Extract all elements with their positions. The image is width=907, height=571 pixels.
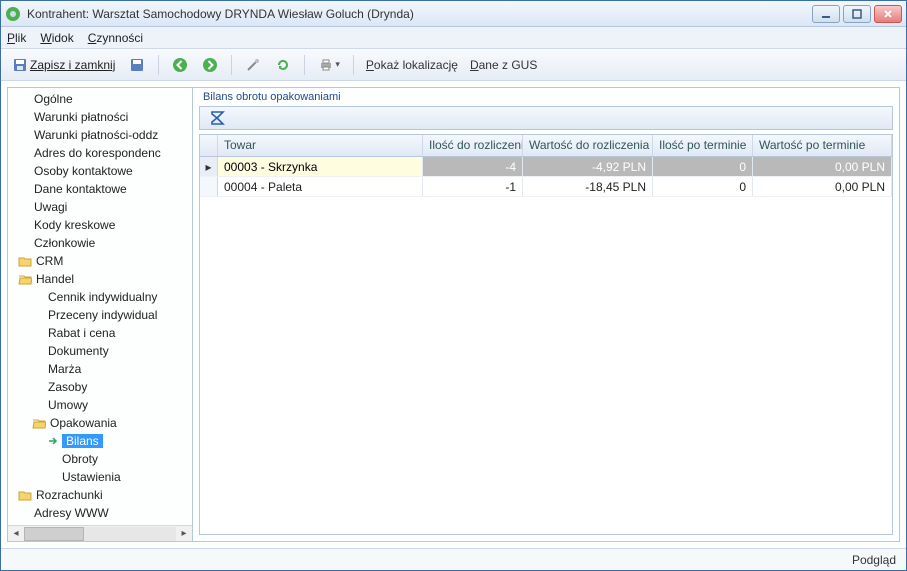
tree-node-handel[interactable]: Handel [8, 270, 192, 288]
cell-wartosc-rozl: -4,92 PLN [523, 157, 653, 176]
nav-back-button[interactable] [167, 53, 193, 77]
tree-node-umowy[interactable]: Umowy [8, 396, 192, 414]
cell-ilosc-term: 0 [653, 157, 753, 176]
nav-tree: Ogólne Warunki płatności Warunki płatnoś… [8, 88, 192, 525]
tree-node-osoby-kontaktowe[interactable]: Osoby kontaktowe [8, 162, 192, 180]
nav-forward-button[interactable] [197, 53, 223, 77]
main-panel: Bilans obrotu opakowaniami Towar Ilość d… [193, 88, 899, 541]
cell-wartosc-rozl: -18,45 PLN [523, 177, 653, 196]
cell-ilosc-rozl: -4 [423, 157, 523, 176]
tree-node-warunki-platnosci[interactable]: Warunki płatności [8, 108, 192, 126]
sidebar: Ogólne Warunki płatności Warunki płatnoś… [8, 88, 193, 541]
grid-header: Towar Ilość do rozliczenia Wartość do ro… [200, 135, 892, 157]
tree-node-dane-kontaktowe[interactable]: Dane kontaktowe [8, 180, 192, 198]
cell-ilosc-rozl: -1 [423, 177, 523, 196]
sigma-icon [209, 110, 227, 126]
tree-node-kody-kreskowe[interactable]: Kody kreskowe [8, 216, 192, 234]
row-indicator-icon [200, 177, 218, 196]
data-grid: Towar Ilość do rozliczenia Wartość do ro… [199, 134, 893, 535]
window-close-button[interactable] [874, 5, 902, 23]
folder-open-icon [18, 272, 32, 286]
tree-node-warunki-platnosci-oddz[interactable]: Warunki płatności-oddz [8, 126, 192, 144]
tree-node-rabat-cena[interactable]: Rabat i cena [8, 324, 192, 342]
grid-body: ▸ 00003 - Skrzynka -4 -4,92 PLN 0 0,00 P… [200, 157, 892, 534]
col-header-ilosc-term[interactable]: Ilość po terminie [653, 135, 753, 156]
tree-node-crm[interactable]: CRM [8, 252, 192, 270]
tree-node-opakowania[interactable]: Opakowania [8, 414, 192, 432]
save-button[interactable] [124, 53, 150, 77]
scroll-thumb[interactable] [24, 527, 84, 541]
tree-node-zasoby[interactable]: Zasoby [8, 378, 192, 396]
tree-node-adresy-www[interactable]: Adresy WWW [8, 504, 192, 522]
cell-wartosc-term: 0,00 PLN [753, 157, 892, 176]
tools-icon [245, 57, 261, 73]
dropdown-caret-icon: ▾ [335, 59, 340, 70]
col-header-ilosc-rozl[interactable]: Ilość do rozliczenia [423, 135, 523, 156]
sum-toolbar [199, 106, 893, 130]
folder-icon [18, 254, 32, 268]
toolbar-separator [231, 55, 232, 75]
tree-node-marza[interactable]: Marża [8, 360, 192, 378]
tree-node-cennik-ind[interactable]: Cennik indywidualny [8, 288, 192, 306]
save-close-button[interactable]: Zapisz i zamknij [7, 53, 120, 77]
tree-node-rozrachunki[interactable]: Rozrachunki [8, 486, 192, 504]
cell-wartosc-term: 0,00 PLN [753, 177, 892, 196]
app-icon [5, 6, 21, 22]
toolbar-separator [353, 55, 354, 75]
save-icon [129, 57, 145, 73]
menu-widok[interactable]: Widok [40, 31, 73, 45]
cell-ilosc-term: 0 [653, 177, 753, 196]
tree-node-uwagi[interactable]: Uwagi [8, 198, 192, 216]
window-minimize-button[interactable] [812, 5, 840, 23]
tree-node-dokumenty[interactable]: Dokumenty [8, 342, 192, 360]
statusbar: Podgląd [1, 548, 906, 570]
tree-node-bilans[interactable]: Bilans [8, 432, 192, 450]
cell-towar: 00003 - Skrzynka [218, 157, 423, 176]
window-title: Kontrahent: Warsztat Samochodowy DRYNDA … [27, 7, 812, 21]
printer-icon [318, 57, 334, 73]
col-header-wartosc-rozl[interactable]: Wartość do rozliczenia [523, 135, 653, 156]
status-podglad[interactable]: Podgląd [852, 553, 896, 567]
refresh-icon [275, 57, 291, 73]
arrow-right-icon [48, 436, 58, 446]
tree-node-ogolne[interactable]: Ogólne [8, 90, 192, 108]
grid-row[interactable]: ▸ 00003 - Skrzynka -4 -4,92 PLN 0 0,00 P… [200, 157, 892, 177]
gus-data-button[interactable]: Dane z GUS [466, 58, 541, 72]
arrow-left-icon [172, 57, 188, 73]
toolbar: Zapisz i zamknij ▾ Pokaż lokalizację Dan… [1, 49, 906, 81]
sum-button[interactable] [206, 106, 230, 130]
menu-plik[interactable]: Plik [7, 31, 26, 45]
save-icon [12, 57, 28, 73]
save-close-label: Zapisz i zamknij [30, 58, 115, 72]
group-title: Bilans obrotu opakowaniami [193, 87, 899, 105]
tree-node-przeceny-ind[interactable]: Przeceny indywidual [8, 306, 192, 324]
toolbar-separator [304, 55, 305, 75]
row-indicator-icon: ▸ [200, 157, 218, 176]
menu-czynnosci[interactable]: Czynności [88, 31, 143, 45]
scroll-left-icon[interactable]: ◂ [8, 526, 24, 542]
menubar: Plik Widok Czynności [1, 27, 906, 49]
refresh-button[interactable] [270, 53, 296, 77]
tree-node-czlonkowie[interactable]: Członkowie [8, 234, 192, 252]
toolbar-separator [158, 55, 159, 75]
scroll-right-icon[interactable]: ▸ [176, 526, 192, 542]
tools-button[interactable] [240, 53, 266, 77]
print-button[interactable]: ▾ [313, 53, 345, 77]
folder-icon [18, 488, 32, 502]
tree-node-adres-koresp[interactable]: Adres do korespondenc [8, 144, 192, 162]
sidebar-hscrollbar[interactable]: ◂ ▸ [8, 525, 192, 541]
tree-node-obroty[interactable]: Obroty [8, 450, 192, 468]
tree-node-ustawienia[interactable]: Ustawienia [8, 468, 192, 486]
show-location-button[interactable]: Pokaż lokalizację [362, 58, 462, 72]
row-indicator-header [200, 135, 218, 156]
window-maximize-button[interactable] [843, 5, 871, 23]
cell-towar: 00004 - Paleta [218, 177, 423, 196]
folder-open-icon [32, 416, 46, 430]
window-titlebar: Kontrahent: Warsztat Samochodowy DRYNDA … [1, 1, 906, 27]
grid-row[interactable]: 00004 - Paleta -1 -18,45 PLN 0 0,00 PLN [200, 177, 892, 197]
col-header-towar[interactable]: Towar [218, 135, 423, 156]
arrow-right-icon [202, 57, 218, 73]
col-header-wartosc-term[interactable]: Wartość po terminie [753, 135, 892, 156]
